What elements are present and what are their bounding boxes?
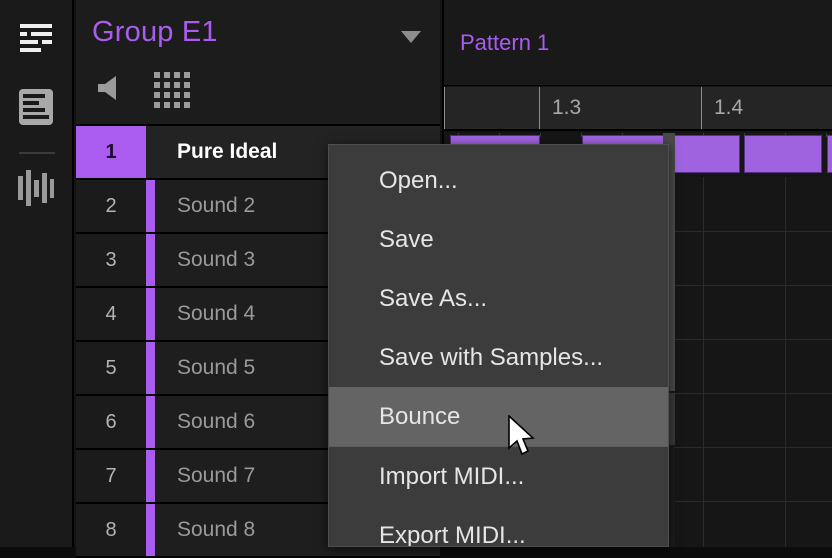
group-header: Group E1	[76, 0, 440, 126]
ruler-label: 1.4	[714, 96, 744, 119]
browser-icon[interactable]	[0, 22, 72, 56]
menu-item-save-with-samples[interactable]: Save with Samples...	[329, 328, 668, 387]
sound-index: 2	[76, 180, 146, 232]
sound-color-bar	[146, 342, 155, 394]
menu-item-import-midi[interactable]: Import MIDI...	[329, 447, 668, 506]
rail-divider	[19, 152, 55, 154]
chevron-down-icon[interactable]	[400, 30, 422, 44]
menu-item-save[interactable]: Save	[329, 210, 668, 269]
ruler-label: 1.3	[552, 96, 582, 119]
menu-item-bounce[interactable]: Bounce	[329, 387, 668, 446]
pattern-title[interactable]: Pattern 1	[460, 30, 549, 56]
sound-color-bar	[146, 180, 155, 232]
sound-color-bar	[146, 396, 155, 448]
clip-block[interactable]	[827, 135, 832, 173]
sound-index: 5	[76, 342, 146, 394]
group-icon-row	[96, 72, 190, 108]
context-menu: Open... Save Save As... Save with Sample…	[328, 144, 669, 547]
menu-item-save-as[interactable]: Save As...	[329, 269, 668, 328]
sound-index: 1	[76, 126, 146, 178]
sound-color-bar	[146, 234, 155, 286]
sound-index: 3	[76, 234, 146, 286]
speaker-icon[interactable]	[96, 75, 126, 106]
sound-index: 6	[76, 396, 146, 448]
file-list-icon[interactable]	[0, 88, 72, 126]
group-name-label[interactable]: Group E1	[92, 16, 218, 49]
ruler-cell: 1.3	[540, 87, 702, 129]
sound-color-bar	[146, 504, 155, 556]
sound-index: 4	[76, 288, 146, 340]
left-icon-rail	[0, 0, 74, 547]
sound-index: 8	[76, 504, 146, 556]
ruler-cell: 1.4	[702, 87, 832, 129]
menu-item-open[interactable]: Open...	[329, 151, 668, 210]
clip-block[interactable]	[744, 135, 822, 173]
timeline-ruler[interactable]: 1.3 1.4	[444, 87, 832, 131]
menu-item-export-midi[interactable]: Export MIDI...	[329, 506, 668, 547]
sound-index: 7	[76, 450, 146, 502]
pad-grid-icon[interactable]	[154, 72, 190, 108]
sound-color-bar	[146, 450, 155, 502]
waveform-icon[interactable]	[0, 168, 72, 208]
sound-color-bar	[146, 288, 155, 340]
pattern-header: Pattern 1	[444, 0, 832, 86]
app-window: Group E1 1 Pure Ideal 2 Sound 2 3 Sound …	[0, 0, 832, 558]
ruler-cell	[444, 87, 540, 129]
